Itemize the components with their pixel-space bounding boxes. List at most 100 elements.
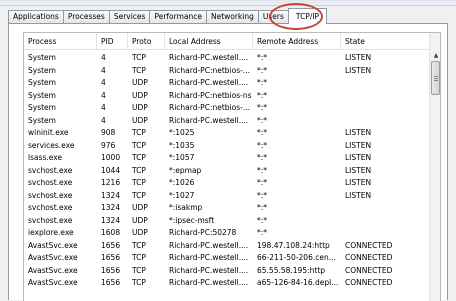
cell-remote-address: 198.47.108.24:http xyxy=(257,240,330,250)
cell-remote-address: *:* xyxy=(257,215,268,225)
cell-pid: 1656 xyxy=(101,265,121,275)
cell-pid: 908 xyxy=(101,128,116,137)
cell-pid: 1656 xyxy=(101,278,121,287)
cell-process: services.exe xyxy=(28,140,75,150)
table-row[interactable]: svchost.exe 1324 UDP *:ipsec-msft *:* xyxy=(24,215,429,228)
cell-local-address: *:1057 xyxy=(169,153,195,162)
cell-pid: 1608 xyxy=(101,228,121,237)
cell-state xyxy=(341,77,429,90)
cell-proto: UDP xyxy=(132,103,148,112)
tab-processes[interactable]: Processes xyxy=(62,10,110,23)
table-row[interactable]: System 4 TCP Richard-PC.westell.... *:* … xyxy=(24,52,429,65)
cell-proto: TCP xyxy=(132,190,146,200)
cell-local-address: Richard-PC:netbios-ns xyxy=(169,90,252,100)
cell-proto: UDP xyxy=(132,115,148,125)
vertical-scrollbar[interactable]: ▲ xyxy=(429,33,440,301)
cell-remote-address: *:* xyxy=(257,103,268,112)
table-row[interactable]: svchost.exe 1324 TCP *:1027 *:* LISTEN xyxy=(24,190,429,203)
cell-pid: 1324 xyxy=(101,215,121,225)
cell-pid: 1000 xyxy=(101,153,121,162)
cell-pid: 1324 xyxy=(101,190,121,200)
tab-services[interactable]: Services xyxy=(108,10,151,23)
rows-container: System 4 TCP Richard-PC.westell.... *:* … xyxy=(24,52,429,290)
cell-remote-address: *:* xyxy=(257,65,268,75)
task-manager-window: Applications Processes Services Performa… xyxy=(0,0,456,301)
cell-state: LISTEN xyxy=(345,140,372,150)
cell-remote-address: *:* xyxy=(257,178,268,187)
table-row[interactable]: System 4 TCP Richard-PC:netbios-... *:* … xyxy=(24,65,429,78)
column-header-pid[interactable]: PID xyxy=(97,33,128,50)
cell-remote-address: *:* xyxy=(257,78,268,87)
column-header-proto[interactable]: Proto xyxy=(128,33,165,50)
table-row[interactable]: AvastSvc.exe 1656 TCP Richard-PC.westell… xyxy=(24,240,429,253)
cell-process: System xyxy=(28,53,56,62)
table-row[interactable]: services.exe 976 TCP *:1035 *:* LISTEN xyxy=(24,140,429,153)
cell-process: svchost.exe xyxy=(28,165,73,175)
column-header-state[interactable]: State xyxy=(341,33,429,50)
column-header-local-address[interactable]: Local Address xyxy=(165,33,253,50)
cell-state xyxy=(341,227,429,240)
connections-list[interactable]: Process PID Proto Local Address Remote A… xyxy=(23,32,441,301)
chevron-up-icon[interactable]: ▲ xyxy=(430,50,440,61)
cell-process: System xyxy=(28,103,56,112)
table-row[interactable]: System 4 UDP Richard-PC.westell.... *:* xyxy=(24,77,429,90)
cell-proto: TCP xyxy=(132,278,146,287)
cell-process: AvastSvc.exe xyxy=(28,253,78,262)
cell-local-address: Richard-PC.westell.... xyxy=(169,53,249,62)
table-row[interactable]: svchost.exe 1044 TCP *:epmap *:* LISTEN xyxy=(24,165,429,178)
cell-remote-address: *:* xyxy=(257,153,268,162)
cell-state: LISTEN xyxy=(345,153,372,162)
table-row[interactable]: AvastSvc.exe 1656 TCP Richard-PC.westell… xyxy=(24,277,429,290)
cell-local-address: *:ipsec-msft xyxy=(169,215,215,225)
cell-proto: UDP xyxy=(132,228,148,237)
table-row[interactable]: System 4 UDP Richard-PC.westell.... *:* xyxy=(24,115,429,128)
scrollbar-thumb[interactable] xyxy=(431,61,440,95)
cell-local-address: Richard-PC.westell.... xyxy=(169,240,249,250)
table-row[interactable]: lsass.exe 1000 TCP *:1057 *:* LISTEN xyxy=(24,152,429,165)
cell-state: LISTEN xyxy=(345,178,372,187)
cell-remote-address: a65-126-84-16.depl... xyxy=(257,278,339,287)
column-header-process[interactable]: Process xyxy=(24,33,97,50)
cell-process: AvastSvc.exe xyxy=(28,265,78,275)
cell-state: LISTEN xyxy=(345,190,372,200)
tab-tcpip[interactable]: TCP/IP xyxy=(287,8,328,24)
cell-proto: TCP xyxy=(132,53,146,62)
cell-remote-address: *:* xyxy=(257,90,268,100)
tab-networking[interactable]: Networking xyxy=(205,10,259,23)
table-row[interactable]: svchost.exe 1216 TCP *:1026 *:* LISTEN xyxy=(24,177,429,190)
cell-process: wininit.exe xyxy=(28,128,69,137)
cell-pid: 1044 xyxy=(101,165,121,175)
cell-proto: UDP xyxy=(132,203,148,212)
cell-process: svchost.exe xyxy=(28,203,73,212)
cell-process: AvastSvc.exe xyxy=(28,240,78,250)
tab-users[interactable]: Users xyxy=(257,10,289,23)
cell-local-address: Richard-PC:50278 xyxy=(169,228,237,237)
table-row[interactable]: System 4 UDP Richard-PC:netbios-ns *:* xyxy=(24,90,429,103)
cell-process: System xyxy=(28,65,56,75)
cell-remote-address: *:* xyxy=(257,53,268,62)
cell-local-address: *:1026 xyxy=(169,178,195,187)
table-row[interactable]: System 4 UDP Richard-PC:netbios-... *:* xyxy=(24,102,429,115)
cell-state xyxy=(341,202,429,215)
cell-proto: UDP xyxy=(132,90,148,100)
cell-remote-address: 66-211-50-206.cen... xyxy=(257,253,336,262)
cell-local-address: Richard-PC.westell.... xyxy=(169,78,249,87)
table-row[interactable]: AvastSvc.exe 1656 TCP Richard-PC.westell… xyxy=(24,265,429,278)
cell-process: svchost.exe xyxy=(28,190,73,200)
cell-state xyxy=(341,115,429,128)
table-row[interactable]: wininit.exe 908 TCP *:1025 *:* LISTEN xyxy=(24,127,429,140)
table-row[interactable]: iexplore.exe 1608 UDP Richard-PC:50278 *… xyxy=(24,227,429,240)
table-row[interactable]: AvastSvc.exe 1656 TCP Richard-PC.westell… xyxy=(24,252,429,265)
tab-applications[interactable]: Applications xyxy=(8,10,64,23)
cell-pid: 4 xyxy=(101,115,106,125)
column-header-remote-address[interactable]: Remote Address xyxy=(253,33,341,50)
tab-performance[interactable]: Performance xyxy=(149,10,207,23)
cell-remote-address: *:* xyxy=(257,140,268,150)
cell-process: System xyxy=(28,78,56,87)
cell-pid: 4 xyxy=(101,103,106,112)
cell-local-address: *:isakmp xyxy=(169,203,203,212)
cell-local-address: *:epmap xyxy=(169,165,202,175)
cell-state: LISTEN xyxy=(345,53,372,62)
cell-remote-address: 65.55.58.195:http xyxy=(257,265,326,275)
table-row[interactable]: svchost.exe 1324 UDP *:isakmp *:* xyxy=(24,202,429,215)
